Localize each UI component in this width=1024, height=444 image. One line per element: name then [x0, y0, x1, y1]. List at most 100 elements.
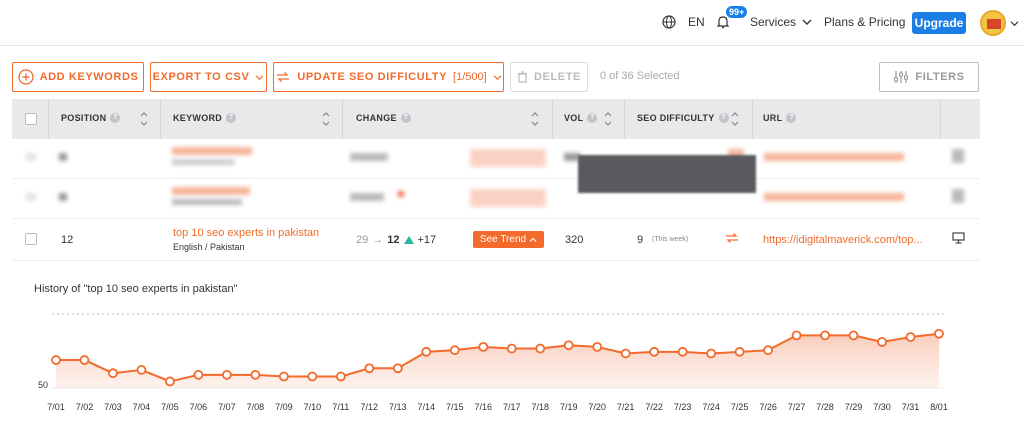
x-tick-label: 7/10: [304, 402, 322, 412]
row-seo-note: (This week): [652, 236, 689, 243]
filters-button[interactable]: FILTERS: [879, 62, 979, 92]
x-tick-label: 7/24: [702, 402, 720, 412]
x-tick-label: 7/06: [190, 402, 208, 412]
selected-count: 0 of 36 Selected: [600, 70, 680, 82]
data-point: [791, 330, 802, 341]
delete-button[interactable]: DELETE: [510, 62, 588, 92]
data-point: [763, 345, 773, 356]
data-point: [934, 328, 944, 339]
table-row[interactable]: [12, 179, 980, 219]
add-keywords-label: ADD KEYWORDS: [39, 71, 139, 83]
globe-icon: [662, 15, 676, 29]
delete-label: DELETE: [534, 71, 581, 83]
x-tick-label: 7/28: [816, 402, 834, 412]
x-tick-label: 7/18: [531, 402, 549, 412]
header-keyword[interactable]: KEYWORD?: [173, 113, 237, 123]
row-checkbox[interactable]: [25, 233, 37, 245]
header-change[interactable]: CHANGE?: [356, 113, 411, 123]
header-seo-difficulty[interactable]: SEO DIFFICULTY?: [637, 113, 729, 123]
x-tick-label: 7/15: [446, 402, 464, 412]
x-tick-label: 7/03: [104, 402, 122, 412]
data-point: [364, 363, 375, 374]
refresh-icon: [277, 72, 290, 82]
x-tick-label: 7/12: [361, 402, 379, 412]
data-point: [820, 330, 830, 341]
x-tick-label: 7/25: [731, 402, 749, 412]
data-point: [848, 330, 859, 341]
x-tick-label: 7/31: [902, 402, 920, 412]
sort-icon[interactable]: [730, 109, 740, 129]
data-point: [734, 346, 745, 357]
notifications[interactable]: 99+: [716, 6, 748, 29]
data-point: [905, 332, 916, 342]
x-tick-label: 7/09: [275, 402, 293, 412]
see-trend-button[interactable]: See Trend: [473, 231, 544, 248]
help-icon: ?: [110, 113, 121, 123]
services-menu[interactable]: Services: [750, 15, 812, 29]
row-keyword-link[interactable]: top 10 seo experts in pakistan: [173, 227, 319, 239]
data-point: [649, 346, 660, 357]
data-point: [51, 355, 61, 365]
y-tick-label: 50: [38, 380, 48, 390]
avatar[interactable]: [980, 10, 1006, 36]
header-vol[interactable]: VOL?: [564, 113, 598, 123]
x-tick-label: 7/02: [76, 402, 94, 412]
plans-label: Plans & Pricing: [824, 15, 906, 29]
x-tick-label: 7/29: [845, 402, 863, 412]
x-tick-label: 7/07: [218, 402, 236, 412]
update-seo-difficulty-button[interactable]: UPDATE SEO DIFFICULTY [1/500]: [273, 62, 504, 92]
row-seo-difficulty: 9: [637, 234, 644, 246]
data-point: [506, 343, 517, 354]
data-point: [706, 348, 717, 359]
add-keywords-button[interactable]: ADD KEYWORDS: [12, 62, 144, 92]
chevron-down-icon: [255, 74, 264, 80]
table-header: POSITION? KEYWORD? CHANGE? VOL? SEO DIFF…: [12, 99, 980, 139]
upgrade-button[interactable]: Upgrade: [912, 12, 966, 34]
history-chart: 50 7/01 7/02 7/03 7/04 7/05 7/06 7/07 7/08 7/09 7/…: [38, 313, 948, 412]
x-tick-label: 7/04: [133, 402, 151, 412]
data-point: [250, 369, 261, 380]
data-point: [449, 345, 460, 356]
row-change: 29 → 12 +17: [356, 234, 437, 246]
x-tick-label: 7/17: [503, 402, 521, 412]
header-url[interactable]: URL?: [763, 113, 797, 123]
language-selector[interactable]: EN: [662, 15, 705, 29]
data-point: [392, 363, 403, 374]
row-vol: 320: [565, 234, 584, 246]
sort-icon[interactable]: [603, 109, 613, 129]
x-tick-label: 7/05: [161, 402, 179, 412]
table-row[interactable]: [12, 139, 980, 179]
sort-icon[interactable]: [530, 109, 540, 129]
row-url-link[interactable]: https://idigitalmaverick.com/top...: [763, 234, 923, 246]
data-point: [620, 348, 631, 359]
data-point: [677, 346, 688, 357]
data-point: [136, 365, 147, 375]
sliders-icon: [894, 71, 909, 83]
plans-pricing-link[interactable]: Plans & Pricing: [824, 15, 905, 29]
top-bar: EN 99+ Services Plans & Pricing Upgrade: [0, 0, 1024, 46]
x-tick-label: 7/01: [47, 402, 65, 412]
x-tick-label: 7/19: [560, 402, 578, 412]
plus-circle-icon: [17, 69, 34, 85]
data-point: [877, 337, 887, 347]
monitor-icon[interactable]: [952, 232, 965, 244]
x-tick-label: 7/26: [759, 402, 777, 412]
x-tick-label: 7/14: [418, 402, 436, 412]
x-tick-label: 8/01: [930, 402, 948, 412]
header-position[interactable]: POSITION?: [61, 113, 121, 123]
export-csv-button[interactable]: EXPORT TO CSV: [150, 62, 267, 92]
data-point: [335, 371, 346, 382]
help-icon: ?: [718, 113, 729, 123]
help-icon: ?: [400, 113, 411, 123]
data-point: [193, 369, 204, 380]
x-tick-label: 7/11: [332, 402, 349, 412]
select-all-checkbox[interactable]: [25, 113, 37, 125]
chevron-down-icon[interactable]: [1010, 20, 1019, 27]
sort-icon[interactable]: [321, 109, 331, 129]
update-seo-label: UPDATE SEO DIFFICULTY: [297, 71, 448, 83]
help-icon: ?: [786, 113, 797, 123]
data-point: [222, 369, 232, 380]
refresh-icon[interactable]: [724, 231, 740, 245]
sort-icon[interactable]: [139, 109, 149, 129]
language-label: EN: [688, 15, 705, 29]
